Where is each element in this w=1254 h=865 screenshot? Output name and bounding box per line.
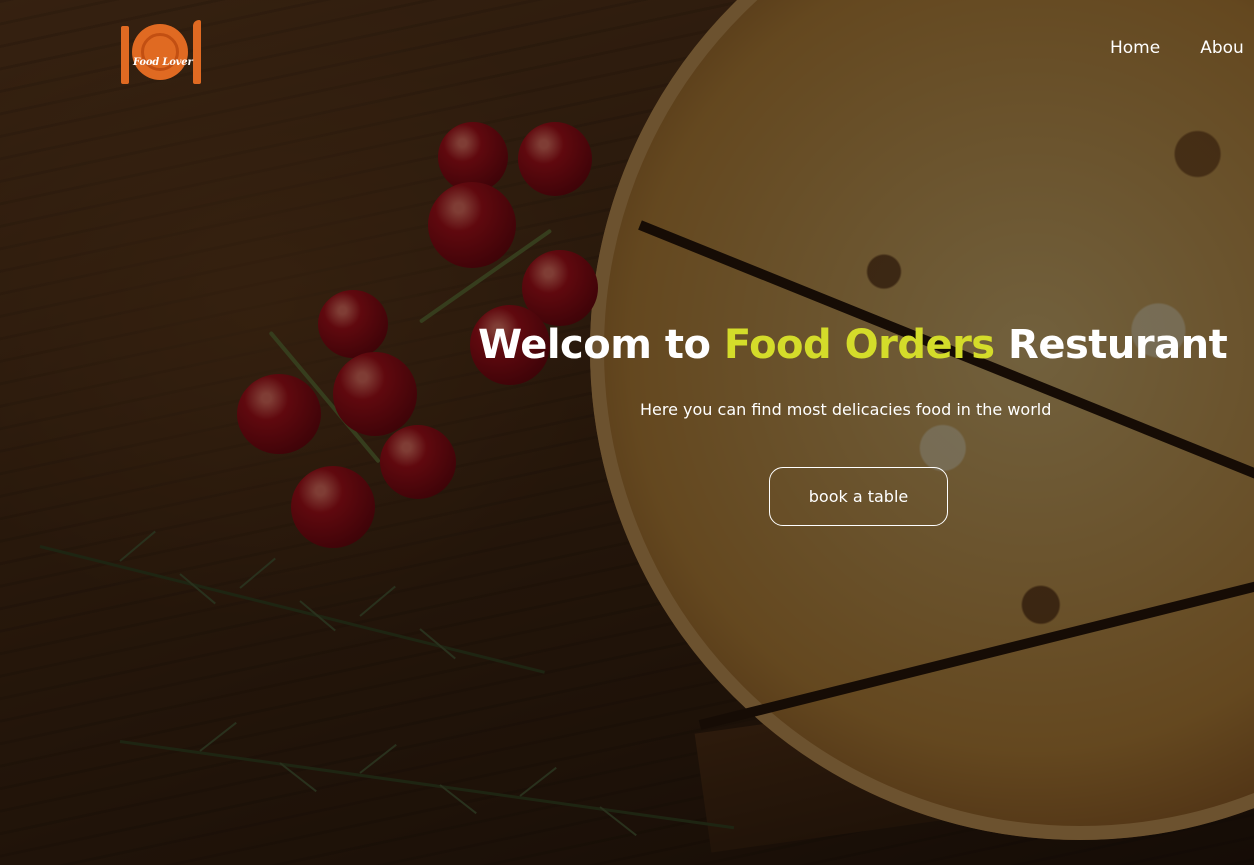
knife-icon (193, 20, 201, 84)
main-nav: Home Abou (1110, 38, 1244, 58)
book-table-button[interactable]: book a table (769, 467, 948, 526)
nav-link-home[interactable]: Home (1110, 38, 1160, 58)
nav-link-about[interactable]: Abou (1200, 38, 1244, 58)
fork-icon (121, 26, 129, 84)
hero-title-prefix: Welcom to (478, 322, 724, 368)
brand-logo[interactable]: Food Lover (119, 18, 201, 86)
dark-overlay (0, 0, 1254, 865)
hero-title-accent: Food Orders (723, 322, 995, 368)
hero-title-suffix: Resturant (994, 322, 1228, 368)
hero-section: Food Lover Home Abou Welcom to Food Orde… (0, 0, 1254, 865)
logo-text: Food Lover (133, 57, 193, 68)
hero-title: Welcom to Food Orders Resturant (478, 322, 1248, 368)
hero-subtitle: Here you can find most delicacies food i… (640, 400, 1052, 419)
